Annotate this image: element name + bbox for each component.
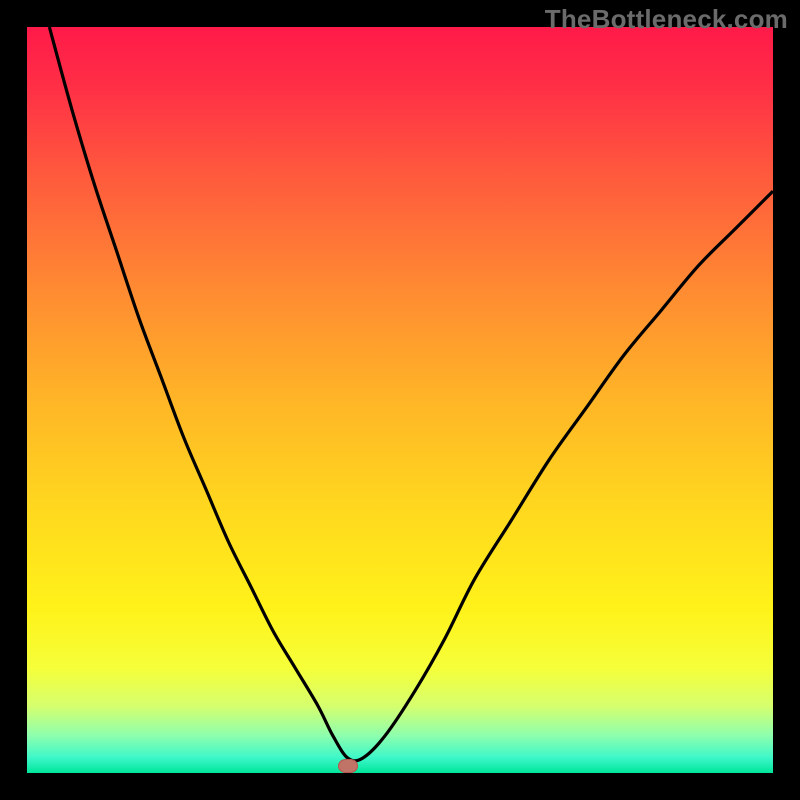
outer-frame: TheBottleneck.com xyxy=(0,0,800,800)
optimal-marker xyxy=(338,759,358,773)
curve-path xyxy=(49,27,773,761)
watermark-text: TheBottleneck.com xyxy=(545,4,788,35)
bottleneck-curve xyxy=(27,27,773,773)
